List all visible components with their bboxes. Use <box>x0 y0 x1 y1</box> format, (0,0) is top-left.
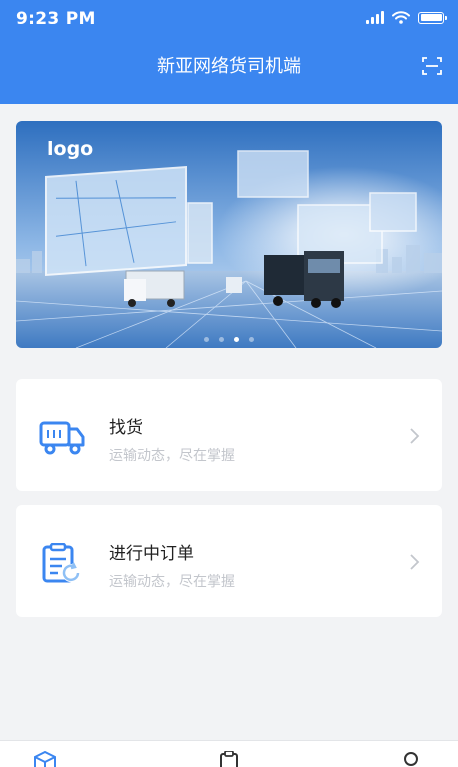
status-indicators <box>366 11 447 24</box>
ongoing-orders-card[interactable]: 进行中订单 运输动态，尽在掌握 <box>16 505 442 617</box>
delivery-truck-icon <box>39 421 85 455</box>
carousel-dots <box>16 337 442 342</box>
user-icon[interactable] <box>398 751 424 767</box>
clipboard-icon[interactable] <box>216 751 242 767</box>
clipboard-refresh-icon <box>42 543 80 583</box>
card-title: 找货 <box>109 418 143 438</box>
promo-banner[interactable]: logo <box>16 121 442 348</box>
carousel-dot-active[interactable] <box>234 337 239 342</box>
signal-icon <box>366 11 384 24</box>
card-title: 进行中订单 <box>109 544 194 564</box>
page-title: 新亚网络货司机端 <box>157 56 301 77</box>
app-header: 9:23 PM 新亚网络货司机端 <box>0 0 458 104</box>
status-time: 9:23 PM <box>16 9 96 29</box>
card-subtitle: 运输动态，尽在掌握 <box>109 448 235 464</box>
card-subtitle: 运输动态，尽在掌握 <box>109 574 235 590</box>
chevron-right-icon <box>410 554 420 570</box>
chevron-right-icon <box>410 428 420 444</box>
status-bar: 9:23 PM <box>0 0 458 40</box>
box-icon[interactable] <box>32 751 58 767</box>
carousel-dot[interactable] <box>204 337 209 342</box>
carousel-dot[interactable] <box>249 337 254 342</box>
bottom-tab-bar <box>0 740 458 767</box>
carousel-dot[interactable] <box>219 337 224 342</box>
scan-icon[interactable] <box>422 56 442 76</box>
find-goods-card[interactable]: 找货 运输动态，尽在掌握 <box>16 379 442 491</box>
wifi-icon <box>392 11 410 24</box>
battery-icon <box>418 11 447 24</box>
banner-logo: logo <box>47 138 94 160</box>
